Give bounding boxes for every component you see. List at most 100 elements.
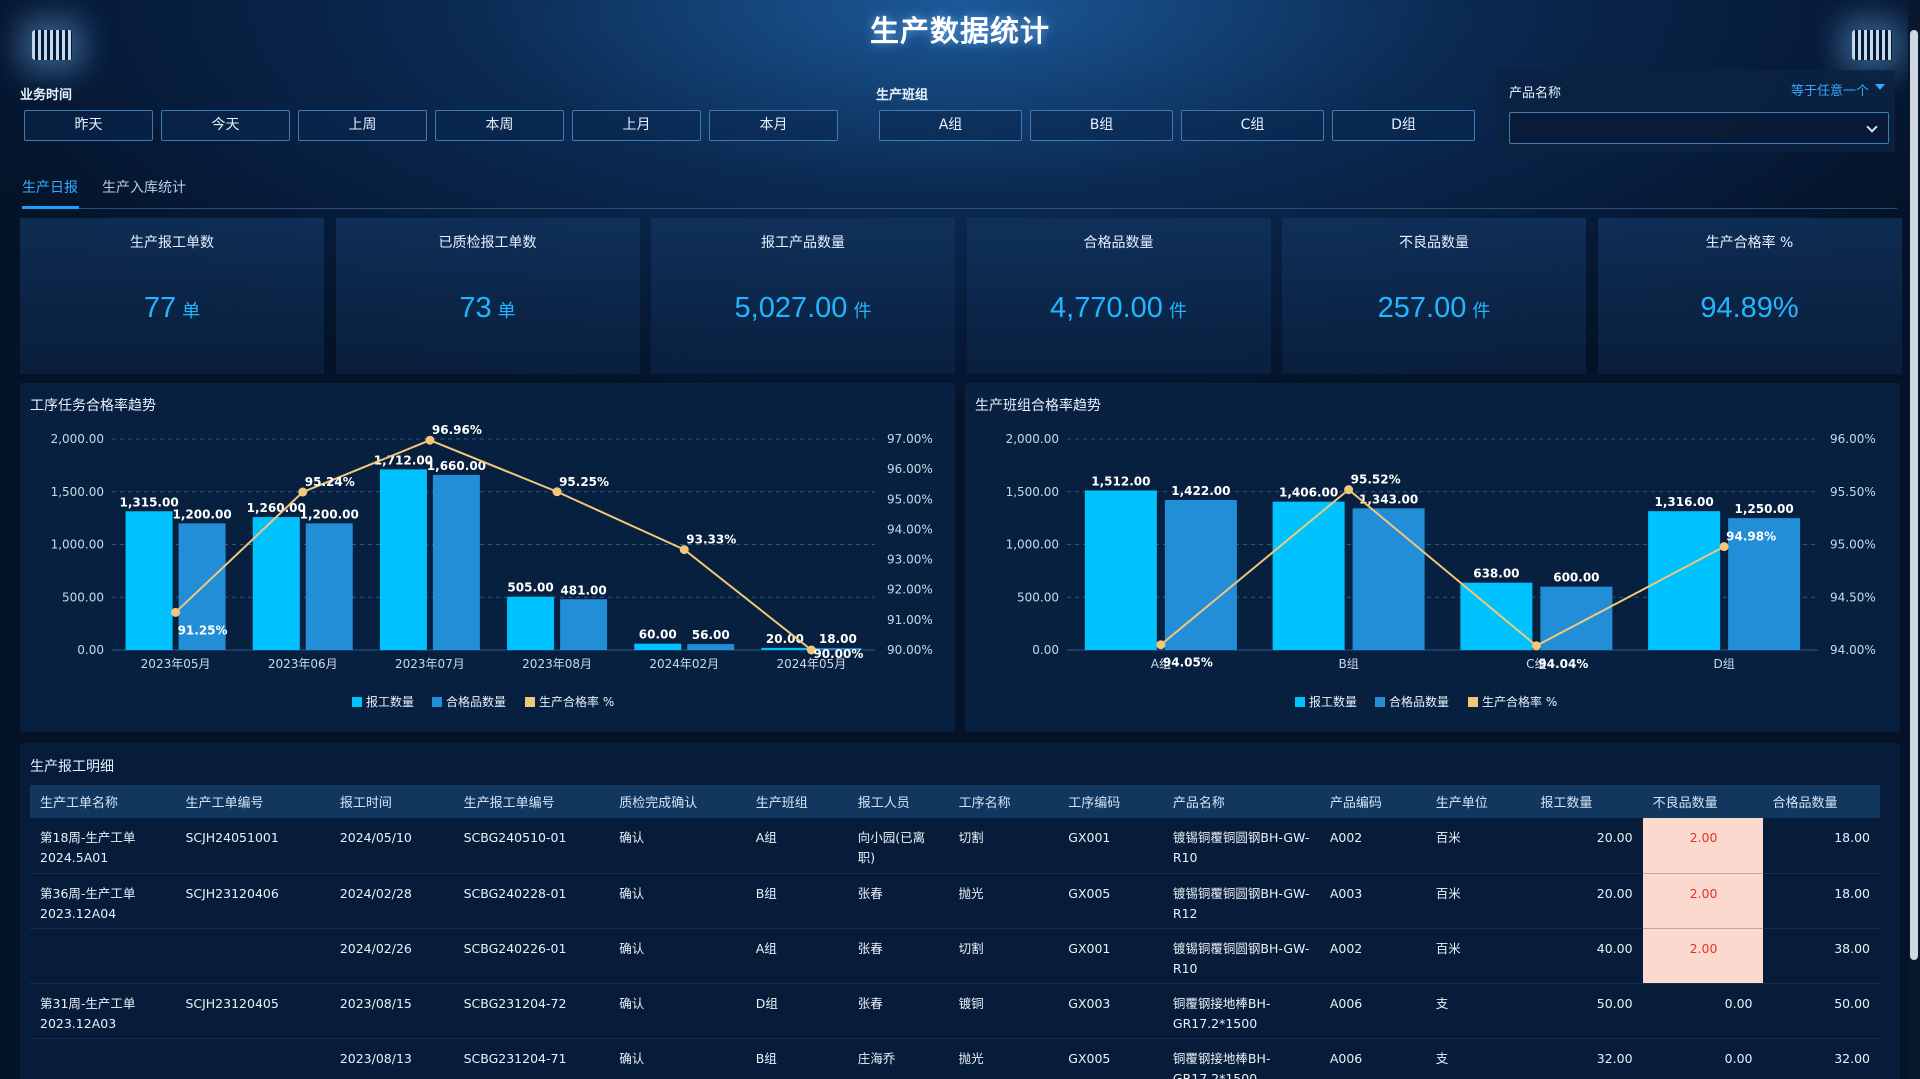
team-filter-button[interactable]: B组 [1030,110,1173,141]
team-filter-button[interactable]: A组 [879,110,1022,141]
kpi-card: 生产合格率 % 94.89% [1597,218,1902,374]
time-filter-button[interactable]: 本周 [435,110,564,141]
column-header[interactable]: 不良品数量 [1642,785,1763,818]
table-cell-order-no: SCJH24051001 [175,818,330,874]
column-header[interactable]: 生产单位 [1425,785,1531,818]
bar-reported [761,647,809,650]
table-cell-time: 2023/08/15 [329,983,454,1039]
column-header[interactable]: 产品名称 [1162,785,1320,818]
column-header[interactable]: 合格品数量 [1762,785,1880,818]
pass-rate-label: 94.98% [1726,530,1776,544]
product-filter-panel: 产品名称 等于任意一个 [1495,70,1895,152]
legend-label: 合格品数量 [446,694,506,709]
y-right-tick-label: 90.00% [887,643,933,657]
table-header-row: 生产工单名称 生产工单编号 报工时间 生产报工单编号 质检完成确认 生产班组 报工人员 工序名… [30,785,1880,818]
y-left-tick-label: 500.00 [1017,590,1059,604]
time-filter-button[interactable]: 上周 [298,110,427,141]
table-cell-worker: 向小园(已离职) [847,818,949,874]
table-cell-qty: 50.00 [1530,983,1643,1039]
column-header[interactable]: 报工时间 [329,785,454,818]
legend-label: 生产合格率 % [539,694,614,709]
column-header[interactable]: 产品编码 [1319,785,1426,818]
kpi-label: 报工产品数量 [761,235,845,251]
bar-data-label: 1,260.00 [247,501,306,515]
bar-data-label: 56.00 [692,628,730,642]
column-header[interactable]: 生产班组 [745,785,848,818]
tab-daily-report[interactable]: 生产日报 [22,177,78,197]
team-filter-button[interactable]: C组 [1181,110,1324,141]
product-match-mode[interactable]: 等于任意一个 [1791,80,1869,99]
column-header[interactable]: 工序编码 [1058,785,1163,818]
column-header[interactable]: 生产工单编号 [175,785,330,818]
bar-data-label: 1,512.00 [1091,474,1150,488]
table-row[interactable]: 第31周-生产工单2023.12A03 SCJH23120405 2023/08/1… [30,983,1880,1039]
table-cell-product-code: A006 [1319,983,1426,1039]
time-filter-button[interactable]: 今天 [161,110,290,141]
table-row[interactable]: 2024/02/26 SCBG240226-01 确认 A组 张春 切割 GX001 镀锡铜覆… [30,928,1880,984]
table-cell-unit: 支 [1425,1038,1531,1079]
pass-rate-label: 96.96% [432,423,482,437]
table-cell-order-no: SCJH23120405 [175,983,330,1039]
scrollbar-thumb[interactable] [1910,30,1918,960]
kpi-label: 合格品数量 [1083,235,1154,251]
table-cell-qty: 20.00 [1530,818,1643,874]
product-select[interactable] [1509,112,1889,144]
bar-reported [507,596,555,650]
column-header[interactable]: 报工人员 [847,785,949,818]
table-cell-order-no: SCJH23120406 [175,873,330,929]
table-cell-process: 抛光 [948,1038,1059,1079]
active-tab-indicator [22,206,79,209]
kpi-value: 94.89% [1598,292,1902,325]
table-cell-product-code: A006 [1319,1038,1426,1079]
legend-label: 合格品数量 [1389,694,1449,709]
kpi-value: 77 单 [20,292,324,325]
table-cell-report-no: SCBG231204-72 [453,983,610,1039]
team-filter-button[interactable]: D组 [1332,110,1475,141]
process-pass-rate-chart: 0.00 500.00 1,000.00 1,500.00 2,000.00 90.00%… [51,423,933,709]
table-cell-defect: 0.00 [1642,1038,1763,1079]
column-header[interactable]: 质检完成确认 [609,785,746,818]
legend-swatch [432,697,442,707]
bar-qualified [432,474,480,650]
time-filter-button[interactable]: 上月 [572,110,701,141]
pass-rate-label: 94.05% [1163,656,1213,670]
column-header[interactable]: 工序名称 [948,785,1059,818]
column-header[interactable]: 报工数量 [1530,785,1643,818]
column-header[interactable]: 生产报工单编号 [453,785,610,818]
kpi-value: 4,770.00 件 [967,292,1271,325]
table-row[interactable]: 第36周-生产工单2023.12A04 SCJH23120406 2024/02/2… [30,873,1880,929]
kpi-card: 已质检报工单数 73 单 [335,218,640,374]
table-cell-process: 切割 [948,818,1059,874]
table-row[interactable]: 2023/08/13 SCBG231204-71 确认 B组 庄海乔 抛光 GX005 铜覆钢… [30,1038,1880,1079]
pass-rate-point [1156,640,1166,650]
y-left-tick-label: 1,500.00 [1006,485,1059,499]
kpi-unit: 件 [1168,301,1187,322]
table-cell-process-code: GX005 [1058,1038,1163,1079]
legend-swatch [1295,697,1305,707]
tab-warehouse-stats[interactable]: 生产入库统计 [102,177,186,197]
time-filter-button[interactable]: 本月 [709,110,838,141]
column-header[interactable]: 生产工单名称 [30,785,176,818]
legend-swatch [1375,697,1385,707]
time-filter-button[interactable]: 昨天 [24,110,153,141]
y-right-tick-label: 94.50% [1830,590,1876,604]
y-left-tick-label: 0.00 [77,643,104,657]
table-cell-report-no: SCBG231204-71 [453,1038,610,1079]
kpi-unit: 单 [182,301,201,322]
bar-reported [252,517,300,650]
table-row[interactable]: 第18周-生产工单2024.5A01 SCJH24051001 2024/05/10… [30,818,1880,874]
scrollbar[interactable] [1908,0,1920,1079]
bar-reported [125,511,173,650]
match-mode-caret-icon[interactable] [1875,84,1885,90]
table-cell-qc: 确认 [609,928,746,984]
table-cell-qc: 确认 [609,983,746,1039]
table-cell-unit: 百米 [1425,873,1531,929]
table-cell-product: 铜覆钢接地棒BH-GR17.2*1500 [1162,1038,1320,1079]
y-left-tick-label: 1,500.00 [51,485,104,499]
table-cell-unit: 支 [1425,983,1531,1039]
pass-rate-label: 93.33% [686,533,736,547]
chevron-down-icon [1866,121,1878,133]
legend-label: 报工数量 [1309,694,1357,709]
legend-label: 报工数量 [366,694,414,709]
table-cell-time: 2024/05/10 [329,818,454,874]
